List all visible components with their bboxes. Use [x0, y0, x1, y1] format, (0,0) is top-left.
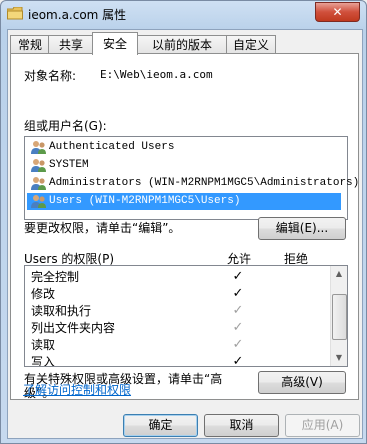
tab-customize[interactable]: 自定义 — [226, 35, 276, 54]
apply-button[interactable]: 应用(A) — [285, 414, 360, 437]
allow-check-icon: ✓ — [232, 269, 244, 284]
permissions-list: 完全控制 ✓ 修改 ✓ 读取和执行 ✓ 列出文件夹内容 ✓ 读取 ✓ 写入 ✓ … — [24, 265, 348, 367]
window-title: ieom.a.com 属性 — [28, 8, 127, 22]
tab-sharing[interactable]: 共享 — [48, 35, 94, 54]
permission-name: 修改 — [31, 287, 56, 301]
security-panel: 对象名称: E:\Web\ieom.a.com 组或用户名(G): Authen… — [10, 53, 359, 400]
users-icon — [31, 177, 46, 190]
permission-name: 写入 — [31, 355, 56, 367]
permission-name: 读取 — [31, 338, 56, 352]
tab-label: 自定义 — [232, 38, 269, 52]
learn-access-control-link[interactable]: 了解访问控制和权限 — [23, 381, 131, 398]
folder-icon — [7, 7, 23, 20]
allow-check-icon: ✓ — [232, 337, 244, 352]
permission-row: 列出文件夹内容 ✓ — [31, 320, 325, 336]
scroll-down-icon[interactable]: ▼ — [331, 350, 347, 366]
list-item[interactable]: Authenticated Users — [27, 139, 341, 156]
title-bar[interactable]: ieom.a.com 属性 ✕ — [1, 1, 366, 29]
groups-listbox[interactable]: Authenticated Users SYSTEM Administrator… — [24, 136, 359, 220]
permission-name: 完全控制 — [31, 270, 80, 284]
list-item[interactable]: SYSTEM — [27, 157, 341, 174]
users-icon — [31, 195, 46, 208]
group-name: Authenticated Users — [49, 141, 175, 153]
permission-row: 读取 ✓ — [31, 337, 325, 353]
object-name-value: E:\Web\ieom.a.com — [100, 68, 213, 81]
group-name: SYSTEM — [49, 159, 89, 171]
close-icon: ✕ — [332, 5, 343, 19]
tab-strip: 常规 共享 安全 以前的版本 自定义 — [8, 32, 362, 55]
permission-name: 列出文件夹内容 — [31, 321, 116, 335]
properties-window: ieom.a.com 属性 ✕ 常规 共享 安全 以前的版本 自定义 对象名称:… — [0, 0, 367, 444]
permission-row: 完全控制 ✓ — [31, 269, 325, 285]
group-name: Administrators (WIN-M2RNPM1MGC5\Administ… — [49, 177, 360, 189]
object-name-label: 对象名称: — [24, 69, 77, 83]
ok-button[interactable]: 确定 — [123, 414, 198, 437]
tab-security[interactable]: 安全 — [92, 32, 138, 55]
tab-label: 安全 — [102, 37, 127, 51]
allow-check-icon: ✓ — [232, 303, 244, 318]
permission-name: 读取和执行 — [31, 304, 92, 318]
tab-previous-versions[interactable]: 以前的版本 — [136, 35, 228, 54]
permissions-scrollbar[interactable]: ▲ ▼ — [330, 266, 347, 366]
allow-check-icon: ✓ — [232, 354, 244, 367]
scroll-up-icon[interactable]: ▲ — [331, 266, 347, 282]
cancel-button[interactable]: 取消 — [204, 414, 279, 437]
close-button[interactable]: ✕ — [315, 2, 360, 22]
list-item[interactable]: Administrators (WIN-M2RNPM1MGC5\Administ… — [27, 175, 359, 192]
allow-check-icon: ✓ — [232, 320, 244, 335]
allow-check-icon: ✓ — [232, 286, 244, 301]
advanced-button[interactable]: 高级(V) — [258, 371, 346, 394]
dialog-client: 常规 共享 安全 以前的版本 自定义 对象名称: E:\Web\ieom.a.c… — [7, 29, 363, 439]
users-icon — [31, 159, 46, 172]
edit-button[interactable]: 编辑(E)... — [258, 217, 346, 240]
change-permissions-text: 要更改权限，请单击“编辑”。 — [24, 221, 181, 235]
users-icon — [31, 141, 46, 154]
scroll-thumb[interactable] — [332, 294, 347, 340]
groups-label: 组或用户名(G): — [24, 119, 107, 133]
tab-label: 共享 — [58, 38, 83, 52]
permission-row: 读取和执行 ✓ — [31, 303, 325, 319]
tab-general[interactable]: 常规 — [10, 35, 50, 54]
group-name: Users (WIN-M2RNPM1MGC5\Users) — [49, 195, 241, 207]
list-item-selected[interactable]: Users (WIN-M2RNPM1MGC5\Users) — [27, 193, 341, 210]
permission-row: 写入 ✓ — [31, 354, 325, 367]
tab-label: 常规 — [17, 38, 42, 52]
permission-row: 修改 ✓ — [31, 286, 325, 302]
tab-label: 以前的版本 — [151, 38, 212, 52]
